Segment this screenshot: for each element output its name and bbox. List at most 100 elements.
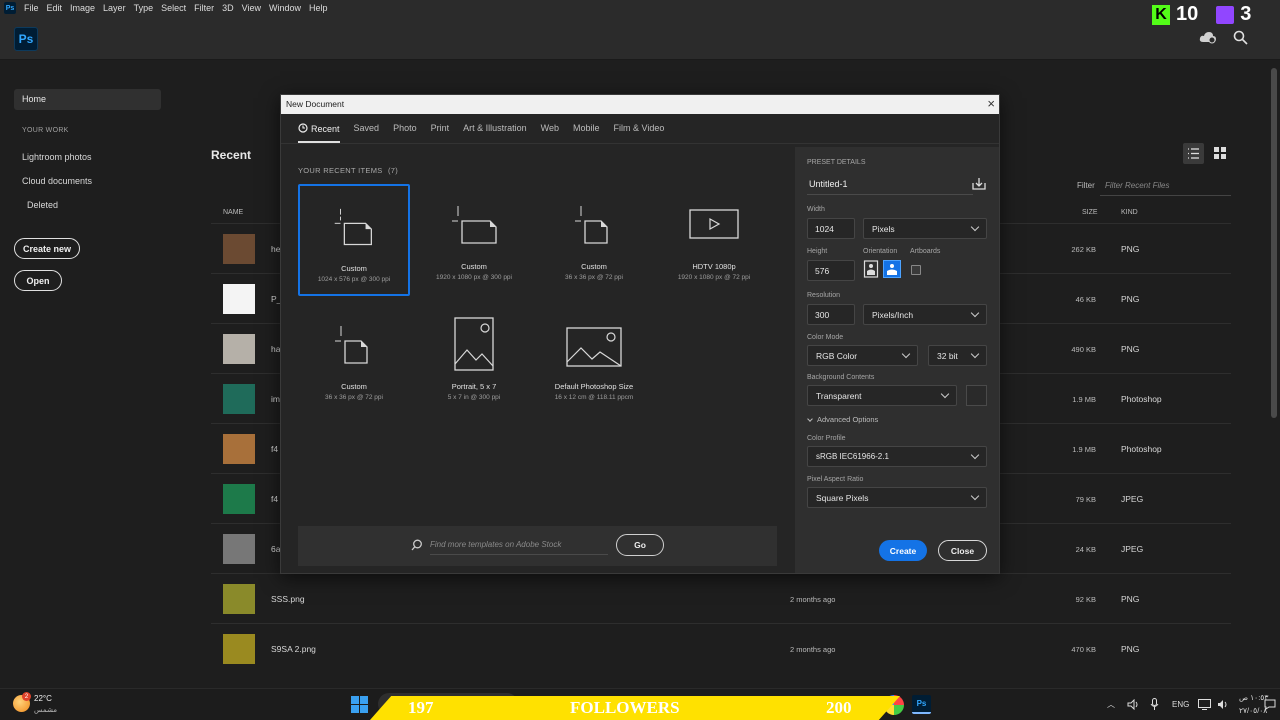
resolution-unit-select[interactable]: Pixels/Inch [863,304,987,325]
tab-photo[interactable]: Photo [393,123,417,143]
preset-tile[interactable]: Default Photoshop Size 16 x 12 cm @ 118.… [538,304,650,416]
landscape-orientation-icon[interactable] [883,260,901,278]
color-profile-value: sRGB IEC61966-2.1 [816,452,889,461]
background-color-swatch[interactable] [966,385,987,406]
menu-window[interactable]: Window [269,3,301,13]
filter-input[interactable]: Filter Recent Files [1105,181,1169,190]
sidebar-item-deleted[interactable]: Deleted [27,200,58,210]
preset-desc: 1024 x 576 px @ 300 ppi [317,276,391,283]
file-row[interactable]: SSS.png 2 months ago 92 KB PNG [211,573,1231,623]
preset-tile[interactable]: HDTV 1080p 1920 x 1080 px @ 72 ppi [658,184,770,296]
pixel-aspect-select[interactable]: Square Pixels [807,487,987,508]
portrait-photo-icon [454,317,494,371]
sidebar-item-lightroom-photos[interactable]: Lightroom photos [22,152,92,162]
dialog-titlebar: New Document × [281,95,999,114]
preset-tile[interactable]: Custom 36 x 36 px @ 72 ppi [298,304,410,416]
preset-tile[interactable]: Portrait, 5 x 7 5 x 7 in @ 300 ppi [418,304,530,416]
width-input[interactable]: 1024 [807,218,855,239]
list-view-icon[interactable] [1183,143,1204,164]
menu-filter[interactable]: Filter [194,3,214,13]
stock-search-bar: Find more templates on Adobe Stock Go [298,526,777,566]
tab-saved[interactable]: Saved [354,123,380,143]
tab-recent[interactable]: Recent [298,123,340,143]
color-mode-select[interactable]: RGB Color [807,345,918,366]
file-thumbnail [223,334,255,364]
custom-document-icon [334,208,372,246]
artboards-checkbox[interactable] [911,265,921,275]
preset-name: Custom [461,262,487,271]
filter-underline [1100,195,1231,196]
close-icon[interactable]: × [987,96,995,111]
chevron-up-icon[interactable]: ︿ [1107,699,1115,710]
file-thumbnail [223,434,255,464]
windows-start-icon[interactable] [351,696,368,713]
tab-web[interactable]: Web [541,123,559,143]
document-name-field[interactable]: Untitled-1 [809,179,848,189]
file-name: f4 [271,444,279,454]
microphone-icon[interactable] [1150,698,1159,711]
width-unit-select[interactable]: Pixels [863,218,987,239]
stock-search-input[interactable]: Find more templates on Adobe Stock [430,540,561,549]
chevron-down-icon [970,450,980,460]
go-button[interactable]: Go [616,534,664,556]
menu-layer[interactable]: Layer [103,3,126,13]
preset-desc: 1920 x 1080 px @ 72 ppi [677,274,751,281]
network-icon[interactable] [1198,699,1211,710]
bit-depth-value: 32 bit [937,350,958,361]
notification-icon[interactable] [1264,699,1276,710]
background-contents-label: Background Contents [807,374,875,381]
create-button[interactable]: Create [879,540,927,561]
tab-print[interactable]: Print [431,123,450,143]
photoshop-taskbar-icon[interactable]: Ps [912,695,931,714]
sidebar-item-home[interactable]: Home [14,89,161,110]
weather-temp[interactable]: 22°C [34,694,52,703]
preset-desc: 1920 x 1080 px @ 300 ppi [436,274,512,281]
preset-tile[interactable]: Custom 36 x 36 px @ 72 ppi [538,184,650,296]
bit-depth-select[interactable]: 32 bit [928,345,987,366]
resolution-unit-value: Pixels/Inch [872,309,914,320]
recent-items-count: (7) [387,166,399,175]
advanced-options-toggle[interactable]: Advanced Options [807,415,878,424]
column-header-name[interactable]: NAME [223,209,243,216]
color-profile-select[interactable]: sRGB IEC61966-2.1 [807,446,987,467]
preset-tile[interactable]: Custom 1024 x 576 px @ 300 ppi [298,184,410,296]
language-indicator[interactable]: ENG [1172,700,1189,709]
volume-icon[interactable] [1217,699,1228,710]
menu-edit[interactable]: Edit [47,3,63,13]
scrollbar[interactable] [1268,60,1280,688]
background-contents-select[interactable]: Transparent [807,385,957,406]
column-header-kind[interactable]: KIND [1121,209,1138,216]
sidebar-item-cloud-documents[interactable]: Cloud documents [22,176,92,186]
portrait-orientation-icon[interactable] [863,260,879,278]
scrollbar-thumb[interactable] [1271,68,1277,418]
resolution-input[interactable]: 300 [807,304,855,325]
create-new-button[interactable]: Create new [14,238,80,259]
menu-view[interactable]: View [242,3,261,13]
menu-select[interactable]: Select [161,3,186,13]
resolution-label: Resolution [807,292,841,299]
menu-file[interactable]: File [24,3,39,13]
preset-tabs: Recent Saved Photo Print Art & Illustrat… [298,123,678,143]
chevron-down-icon [940,389,950,399]
tab-art-illustration[interactable]: Art & Illustration [463,123,527,143]
file-row[interactable]: S9SA 2.png 2 months ago 470 KB PNG [211,623,1231,673]
preset-tile[interactable]: Custom 1920 x 1080 px @ 300 ppi [418,184,530,296]
cloud-sync-icon[interactable] [1199,30,1217,44]
close-button[interactable]: Close [938,540,987,561]
file-name: f4 [271,494,279,504]
preset-name: Custom [581,262,607,271]
tab-film-video[interactable]: Film & Video [614,123,665,143]
menu-image[interactable]: Image [70,3,95,13]
menu-3d[interactable]: 3D [222,3,234,13]
grid-view-icon[interactable] [1214,147,1226,159]
height-input[interactable]: 576 [807,260,855,281]
menu-type[interactable]: Type [134,3,154,13]
open-button[interactable]: Open [14,270,62,291]
menu-help[interactable]: Help [309,3,328,13]
speaker-icon[interactable] [1127,699,1140,710]
file-size: 92 KB [1075,595,1096,604]
tab-mobile[interactable]: Mobile [573,123,600,143]
search-icon[interactable] [1233,30,1248,45]
column-header-size[interactable]: SIZE [1082,209,1098,216]
save-preset-icon[interactable] [972,177,986,190]
